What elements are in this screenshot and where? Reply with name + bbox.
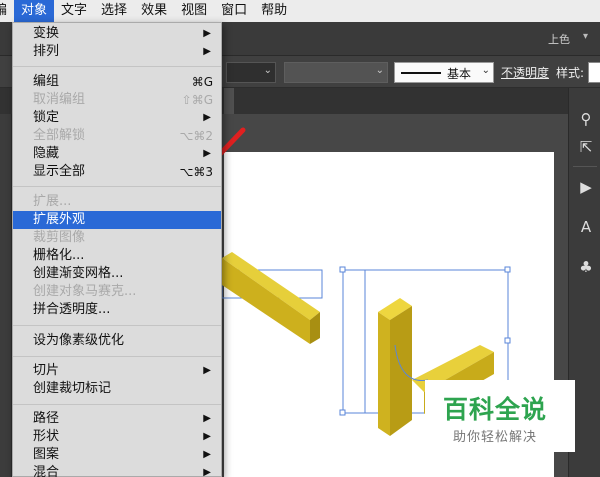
menu-item-unlock-all: 全部解锁 ⌥⌘2: [13, 127, 221, 145]
menu-divider: [13, 325, 221, 326]
menu-item-label: 创建对象马赛克...: [33, 284, 137, 299]
menu-item-label: 取消编组: [33, 92, 86, 107]
menu-item-expand-appearance[interactable]: 扩展外观: [13, 211, 221, 229]
menu-item-label: 扩展外观: [33, 212, 86, 227]
menu-item-show-all[interactable]: 显示全部 ⌥⌘3: [13, 163, 221, 181]
submenu-arrow-icon: ▶: [203, 449, 211, 460]
submenu-arrow-icon: ▶: [203, 413, 211, 424]
object-menu-dropdown: 变换 ▶ 排列 ▶ 编组 ⌘G 取消编组 ⇧⌘G 锁定 ▶ 全部解锁 ⌥⌘2 隐藏 ▶ 显示全…: [12, 22, 222, 477]
menu-item-create-gradient-mesh[interactable]: 创建渐变网格...: [13, 265, 221, 283]
watermark-subtitle: 助你轻松解决: [453, 430, 538, 445]
submenu-arrow-icon: ▶: [203, 148, 211, 159]
menu-item-expand: 扩展...: [13, 193, 221, 211]
menu-item-label: 混合: [33, 465, 60, 477]
menu-item-lock[interactable]: 锁定 ▶: [13, 109, 221, 127]
menu-item-shape[interactable]: 形状 ▶: [13, 428, 221, 446]
menu-item-label: 排列: [33, 44, 60, 59]
menu-item-make-pixel-perfect[interactable]: 设为像素级优化: [13, 332, 221, 350]
submenu-arrow-icon: ▶: [203, 46, 211, 57]
menu-item-shortcut: ⌥⌘3: [179, 165, 213, 179]
menu-item-label: 隐藏: [33, 146, 60, 161]
menu-item-shortcut: ⇧⌘G: [181, 93, 213, 107]
menu-item-label: 形状: [33, 429, 60, 444]
menu-item-label: 路径: [33, 411, 60, 426]
menu-item-label: 锁定: [33, 110, 60, 125]
menu-item-label: 创建渐变网格...: [33, 266, 124, 281]
selection-handle[interactable]: [339, 266, 346, 273]
menu-item-label: 显示全部: [33, 164, 86, 179]
menu-item-shortcut: ⌥⌘2: [179, 129, 213, 143]
menu-item-path[interactable]: 路径 ▶: [13, 410, 221, 428]
menu-item-label: 切片: [33, 363, 60, 378]
menu-item-shortcut: ⌘G: [191, 75, 213, 89]
submenu-arrow-icon: ▶: [203, 112, 211, 123]
menu-item-flatten-transparency[interactable]: 拼合透明度...: [13, 301, 221, 319]
menu-item-create-object-mosaic: 创建对象马赛克...: [13, 283, 221, 301]
selection-handle[interactable]: [504, 337, 511, 344]
menu-item-crop-image: 裁剪图像: [13, 229, 221, 247]
menu-item-slice[interactable]: 切片 ▶: [13, 362, 221, 380]
menu-item-blend[interactable]: 混合 ▶: [13, 464, 221, 477]
menu-item-label: 设为像素级优化: [33, 333, 125, 348]
submenu-arrow-icon: ▶: [203, 28, 211, 39]
selection-handle[interactable]: [504, 266, 511, 273]
menu-item-label: 图案: [33, 447, 60, 462]
menu-item-arrange[interactable]: 排列 ▶: [13, 43, 221, 61]
submenu-arrow-icon: ▶: [203, 365, 211, 376]
submenu-arrow-icon: ▶: [203, 431, 211, 442]
menu-item-label: 变换: [33, 26, 60, 41]
menu-item-label: 栅格化...: [33, 248, 85, 263]
menu-item-label: 扩展...: [33, 194, 72, 209]
submenu-arrow-icon: ▶: [203, 467, 211, 477]
menu-item-rasterize[interactable]: 栅格化...: [13, 247, 221, 265]
menu-item-pattern[interactable]: 图案 ▶: [13, 446, 221, 464]
menu-item-hide[interactable]: 隐藏 ▶: [13, 145, 221, 163]
menu-item-label: 创建裁切标记: [33, 381, 112, 396]
menu-divider: [13, 404, 221, 405]
menu-divider: [13, 186, 221, 187]
menu-item-label: 拼合透明度...: [33, 302, 111, 317]
menu-item-label: 裁剪图像: [33, 230, 86, 245]
selection-handle[interactable]: [339, 409, 346, 416]
menu-item-label: 全部解锁: [33, 128, 86, 143]
menu-item-group[interactable]: 编组 ⌘G: [13, 73, 221, 91]
watermark-logo: 百科全说 助你轻松解决: [425, 380, 575, 452]
menu-item-label: 编组: [33, 74, 60, 89]
menu-item-create-trim-marks[interactable]: 创建裁切标记: [13, 380, 221, 398]
menu-divider: [13, 66, 221, 67]
watermark-title: 百科全说: [443, 395, 548, 424]
menu-divider: [13, 356, 221, 357]
menu-item-ungroup: 取消编组 ⇧⌘G: [13, 91, 221, 109]
menu-item-transform[interactable]: 变换 ▶: [13, 25, 221, 43]
